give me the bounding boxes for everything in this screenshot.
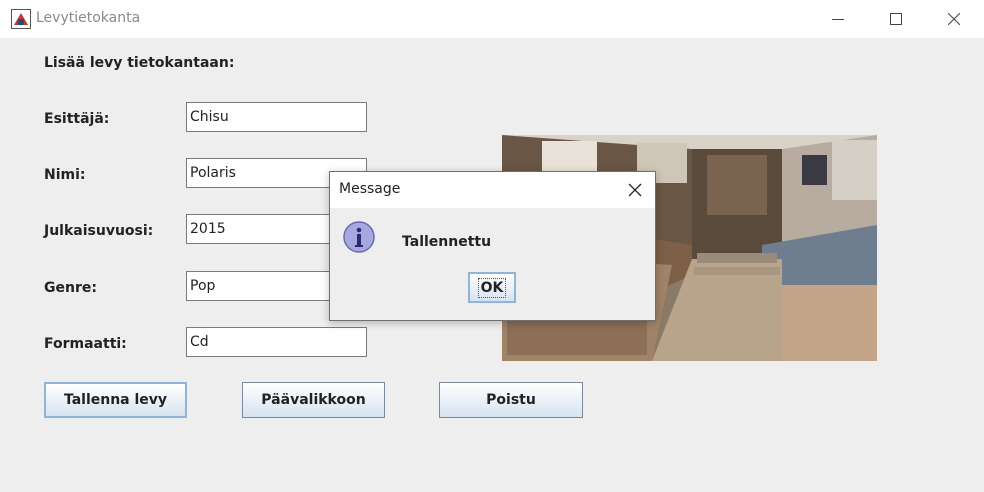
- artist-label: Esittäjä:: [44, 111, 110, 127]
- minimize-icon: [832, 19, 844, 20]
- format-label: Formaatti:: [44, 336, 127, 352]
- format-input[interactable]: [186, 327, 367, 357]
- java-app-icon: [11, 9, 31, 29]
- genre-label: Genre:: [44, 280, 97, 296]
- window-title: Levytietokanta: [36, 10, 141, 26]
- close-icon: [948, 13, 960, 25]
- close-icon: [628, 183, 642, 197]
- message-dialog: Message Tallennettu OK: [329, 171, 656, 321]
- exit-button[interactable]: Poistu: [439, 382, 583, 418]
- info-icon: [342, 220, 376, 254]
- form-heading: Lisää levy tietokantaan:: [44, 55, 235, 71]
- maximize-icon: [890, 13, 902, 25]
- close-button[interactable]: [925, 0, 983, 38]
- ok-button-label: OK: [477, 277, 507, 298]
- dialog-message: Tallennettu: [402, 234, 492, 250]
- maximize-button[interactable]: [867, 0, 925, 38]
- main-menu-button[interactable]: Päävalikkoon: [242, 382, 385, 418]
- dialog-titlebar[interactable]: Message: [330, 172, 655, 208]
- ok-button[interactable]: OK: [468, 272, 516, 303]
- window-titlebar[interactable]: Levytietokanta: [0, 0, 984, 38]
- name-label: Nimi:: [44, 167, 86, 183]
- release-year-label: Julkaisuvuosi:: [44, 223, 154, 239]
- dialog-title: Message: [339, 181, 401, 197]
- save-record-button[interactable]: Tallenna levy: [44, 382, 187, 418]
- artist-input[interactable]: [186, 102, 367, 132]
- minimize-button[interactable]: [809, 0, 867, 38]
- dialog-close-button[interactable]: [625, 180, 645, 200]
